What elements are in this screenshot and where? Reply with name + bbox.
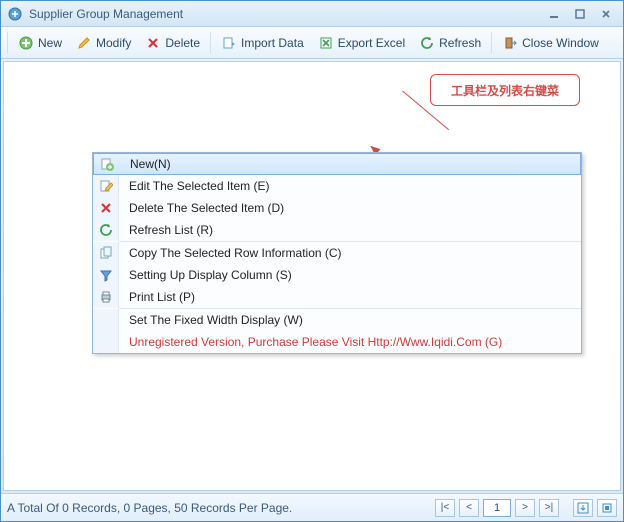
menu-item-unregistered[interactable]: Unregistered Version, Purchase Please Vi… — [93, 331, 581, 353]
door-icon — [502, 35, 518, 51]
menu-label: Copy The Selected Row Information (C) — [119, 246, 573, 260]
menu-item-delete[interactable]: Delete The Selected Item (D) — [93, 197, 581, 219]
delete-icon — [93, 197, 119, 219]
menu-label: Refresh List (R) — [119, 223, 573, 237]
close-window-label: Close Window — [522, 36, 599, 50]
minimize-button[interactable] — [543, 6, 565, 22]
modify-label: Modify — [96, 36, 131, 50]
close-button[interactable] — [595, 6, 617, 22]
callout-text: 工具栏及列表右键菜 — [451, 82, 559, 99]
close-window-button[interactable]: Close Window — [496, 32, 605, 54]
first-page-button[interactable]: |< — [435, 499, 455, 517]
import-icon — [221, 35, 237, 51]
blank-icon — [93, 331, 119, 353]
app-icon — [7, 6, 23, 22]
refresh-button[interactable]: Refresh — [413, 32, 487, 54]
import-label: Import Data — [241, 36, 304, 50]
status-text: A Total Of 0 Records, 0 Pages, 50 Record… — [7, 501, 435, 515]
export-page-button[interactable] — [573, 499, 593, 517]
delete-icon — [145, 35, 161, 51]
copy-icon — [93, 242, 119, 264]
new-button[interactable]: New — [12, 32, 68, 54]
settings-page-button[interactable] — [597, 499, 617, 517]
menu-label: Print List (P) — [119, 290, 573, 304]
menu-item-columns[interactable]: Setting Up Display Column (S) — [93, 264, 581, 286]
next-page-button[interactable]: > — [515, 499, 535, 517]
menu-item-new[interactable]: New(N) — [93, 153, 581, 175]
menu-label: Unregistered Version, Purchase Please Vi… — [119, 335, 573, 349]
pager: |< < > >| — [435, 499, 617, 517]
export-label: Export Excel — [338, 36, 405, 50]
toolbar-separator — [210, 32, 211, 54]
edit-icon — [93, 175, 119, 197]
maximize-button[interactable] — [569, 6, 591, 22]
prev-page-button[interactable]: < — [459, 499, 479, 517]
page-input[interactable] — [483, 499, 511, 517]
pencil-icon — [76, 35, 92, 51]
export-button[interactable]: Export Excel — [312, 32, 411, 54]
modify-button[interactable]: Modify — [70, 32, 137, 54]
menu-label: Edit The Selected Item (E) — [119, 179, 573, 193]
menu-item-copy[interactable]: Copy The Selected Row Information (C) — [93, 242, 581, 264]
annotation-callout: 工具栏及列表右键菜 — [430, 74, 580, 106]
print-icon — [93, 286, 119, 308]
menu-item-fixed-width[interactable]: Set The Fixed Width Display (W) — [93, 309, 581, 331]
titlebar: Supplier Group Management — [1, 1, 623, 27]
new-icon — [94, 154, 120, 174]
menu-item-edit[interactable]: Edit The Selected Item (E) — [93, 175, 581, 197]
refresh-label: Refresh — [439, 36, 481, 50]
blank-icon — [93, 309, 119, 331]
filter-icon — [93, 264, 119, 286]
app-window: Supplier Group Management New Modify Del… — [0, 0, 624, 522]
statusbar: A Total Of 0 Records, 0 Pages, 50 Record… — [1, 493, 623, 521]
menu-label: Set The Fixed Width Display (W) — [119, 313, 573, 327]
menu-label: Delete The Selected Item (D) — [119, 201, 573, 215]
menu-label: New(N) — [120, 157, 572, 171]
refresh-icon — [93, 219, 119, 241]
refresh-icon — [419, 35, 435, 51]
new-icon — [18, 35, 34, 51]
menu-item-refresh[interactable]: Refresh List (R) — [93, 219, 581, 241]
content-area: 工具栏及列表右键菜 New(N) Edit The Selected Item … — [3, 61, 621, 491]
import-button[interactable]: Import Data — [215, 32, 310, 54]
last-page-button[interactable]: >| — [539, 499, 559, 517]
toolbar-separator — [7, 32, 8, 54]
delete-label: Delete — [165, 36, 200, 50]
context-menu: New(N) Edit The Selected Item (E) Delete… — [92, 152, 582, 354]
window-title: Supplier Group Management — [29, 7, 539, 21]
menu-item-print[interactable]: Print List (P) — [93, 286, 581, 308]
new-label: New — [38, 36, 62, 50]
delete-button[interactable]: Delete — [139, 32, 206, 54]
menu-label: Setting Up Display Column (S) — [119, 268, 573, 282]
toolbar: New Modify Delete Import Data Export Exc… — [1, 27, 623, 59]
toolbar-separator — [491, 32, 492, 54]
export-excel-icon — [318, 35, 334, 51]
